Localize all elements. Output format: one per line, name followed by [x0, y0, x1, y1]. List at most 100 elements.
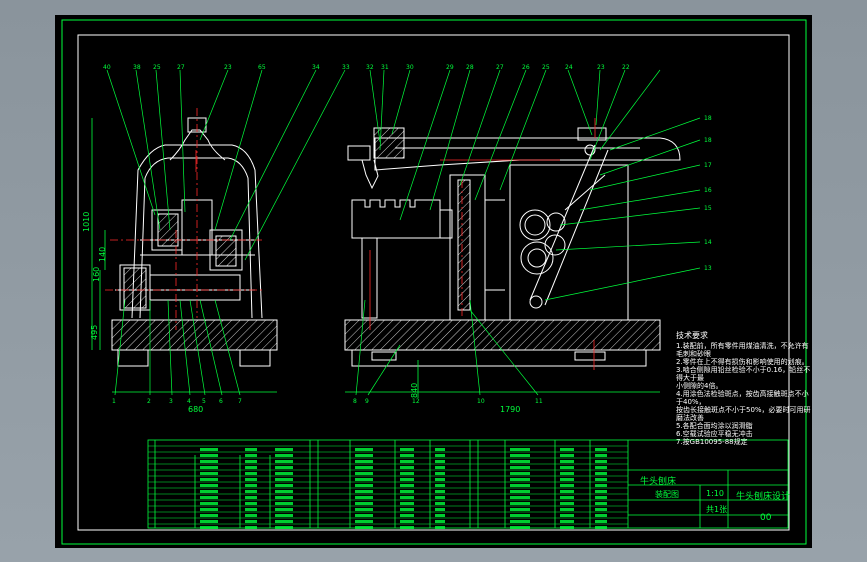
balloon-label: 14 — [704, 239, 712, 246]
table-cell — [245, 454, 257, 457]
right-view — [344, 127, 681, 367]
table-cell — [435, 502, 445, 505]
table-cell — [595, 508, 607, 511]
balloon-label: 8 — [353, 398, 357, 405]
balloon-label: 34 — [312, 64, 320, 71]
table-cell — [275, 520, 293, 523]
table-cell — [355, 496, 373, 499]
table-cell — [275, 454, 293, 457]
title-block-number: 00 — [760, 513, 772, 523]
table-cell — [400, 454, 414, 457]
table-cell — [355, 514, 373, 517]
table-cell — [595, 466, 607, 469]
table-cell — [400, 478, 414, 481]
table-cell — [510, 508, 530, 511]
balloon-label: 18 — [704, 137, 712, 144]
table-cell — [560, 490, 574, 493]
table-cell — [435, 448, 445, 451]
table-cell — [400, 508, 414, 511]
table-cell — [245, 502, 257, 505]
balloon-label: 3 — [169, 398, 173, 405]
table-cell — [510, 454, 530, 457]
cad-viewport[interactable]: 40 38 25 27 23 65 34 33 32 31 30 29 28 27 26 25 24 23 22 1 2… — [0, 0, 867, 562]
table-cell — [200, 502, 218, 505]
dim-mid-b: 140 — [98, 246, 107, 262]
table-cell — [560, 460, 574, 463]
balloon-label: 12 — [412, 398, 420, 405]
table-cell — [435, 490, 445, 493]
table-cell — [400, 526, 414, 529]
dim-overall-height: 1010 — [82, 211, 91, 232]
balloon-label: 22 — [622, 64, 630, 71]
balloon-label: 15 — [704, 205, 712, 212]
table-cell — [245, 508, 257, 511]
table-cell — [400, 520, 414, 523]
parts-table-rows — [148, 445, 628, 525]
table-cell — [200, 508, 218, 511]
table-cell — [355, 526, 373, 529]
note-line: 1.装配前，所有零件用煤油清洗，不允许有 — [676, 342, 809, 350]
table-cell — [275, 490, 293, 493]
balloon-label: 4 — [187, 398, 191, 405]
table-cell — [595, 454, 607, 457]
parts-table-cells — [200, 448, 607, 529]
balloon-label: 65 — [258, 64, 266, 71]
table-cell — [435, 496, 445, 499]
dim-base-height: 495 — [90, 324, 99, 340]
note-line: 磨法改善 — [676, 414, 704, 422]
inner-frame — [77, 34, 790, 531]
table-cell — [510, 460, 530, 463]
title-block-name: 牛头刨床 — [640, 477, 677, 487]
note-line: 按齿长接触斑点不小于50%，必要时可用研 — [676, 406, 811, 414]
dim-left-width: 680 — [188, 405, 204, 414]
table-cell — [200, 466, 218, 469]
table-cell — [560, 526, 574, 529]
table-cell — [200, 460, 218, 463]
table-cell — [435, 454, 445, 457]
table-cell — [560, 448, 574, 451]
balloon-label: 38 — [133, 64, 141, 71]
note-line: 2.零件在上不得有损伤和影响使用的划痕。 — [676, 358, 809, 366]
table-cell — [435, 484, 445, 487]
note-line: 小侧隙的4倍。 — [676, 382, 723, 390]
table-cell — [275, 502, 293, 505]
table-cell — [275, 460, 293, 463]
balloon-label: 9 — [365, 398, 369, 405]
table-cell — [595, 472, 607, 475]
balloon-label: 33 — [342, 64, 350, 71]
table-cell — [400, 514, 414, 517]
table-cell — [400, 466, 414, 469]
table-cell — [435, 466, 445, 469]
table-cell — [435, 460, 445, 463]
table-cell — [560, 514, 574, 517]
dim-right-width: 1790 — [500, 405, 521, 414]
table-cell — [510, 466, 530, 469]
table-cell — [560, 472, 574, 475]
table-cell — [355, 484, 373, 487]
title-block-sheet: 共1张 — [706, 505, 728, 514]
table-cell — [560, 502, 574, 505]
table-cell — [200, 520, 218, 523]
title-block-school: 牛头刨床设计 — [736, 492, 791, 502]
table-cell — [400, 490, 414, 493]
table-cell — [355, 502, 373, 505]
table-cell — [200, 484, 218, 487]
outer-frame — [61, 19, 807, 545]
table-cell — [245, 520, 257, 523]
dim-mid-a: 160 — [92, 266, 101, 282]
table-cell — [595, 502, 607, 505]
note-line: 3.啮合侧隙用铅丝检验不小于0.16，铅丝不 — [676, 366, 811, 374]
table-cell — [595, 460, 607, 463]
balloon-label: 27 — [177, 64, 185, 71]
table-cell — [595, 490, 607, 493]
table-cell — [275, 478, 293, 481]
table-cell — [510, 496, 530, 499]
dim-h: 840 — [410, 382, 419, 398]
table-cell — [245, 526, 257, 529]
table-cell — [355, 508, 373, 511]
table-cell — [200, 478, 218, 481]
balloon-label: 23 — [224, 64, 232, 71]
table-cell — [560, 466, 574, 469]
table-cell — [435, 526, 445, 529]
balloon-label: 13 — [704, 265, 712, 272]
